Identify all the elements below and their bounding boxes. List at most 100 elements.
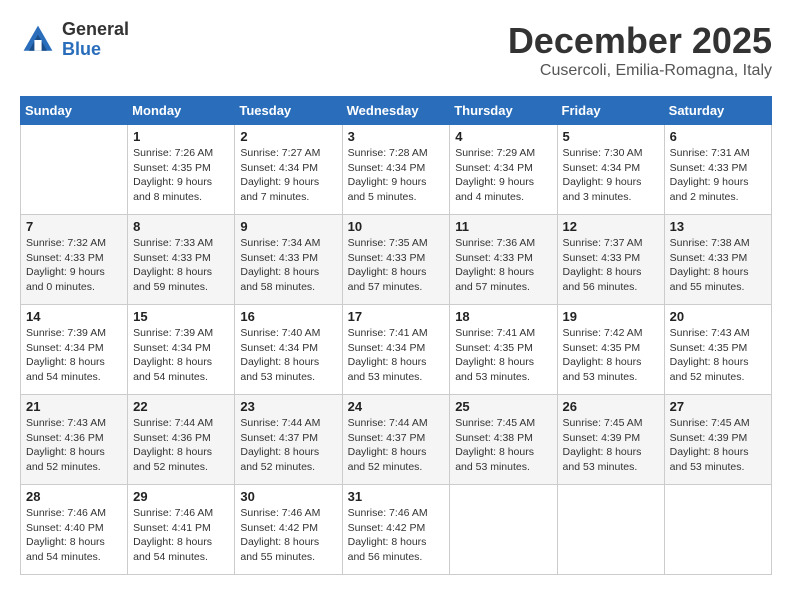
calendar-cell — [21, 125, 128, 215]
day-number: 14 — [26, 309, 122, 324]
day-info: Sunrise: 7:43 AM Sunset: 4:35 PM Dayligh… — [670, 326, 766, 385]
calendar-cell — [557, 485, 664, 575]
location-subtitle: Cusercoli, Emilia-Romagna, Italy — [508, 62, 772, 80]
day-info: Sunrise: 7:45 AM Sunset: 4:39 PM Dayligh… — [670, 416, 766, 475]
day-number: 23 — [240, 399, 336, 414]
day-info: Sunrise: 7:45 AM Sunset: 4:39 PM Dayligh… — [563, 416, 659, 475]
day-number: 24 — [348, 399, 445, 414]
calendar-cell: 7 Sunrise: 7:32 AM Sunset: 4:33 PM Daylig… — [21, 215, 128, 305]
calendar-cell: 30 Sunrise: 7:46 AM Sunset: 4:42 PM Dayli… — [235, 485, 342, 575]
day-info: Sunrise: 7:41 AM Sunset: 4:35 PM Dayligh… — [455, 326, 551, 385]
day-info: Sunrise: 7:38 AM Sunset: 4:33 PM Dayligh… — [670, 236, 766, 295]
day-info: Sunrise: 7:37 AM Sunset: 4:33 PM Dayligh… — [563, 236, 659, 295]
calendar-cell: 28 Sunrise: 7:46 AM Sunset: 4:40 PM Dayli… — [21, 485, 128, 575]
calendar-week-row: 14Sunrise: 7:39 AM Sunset: 4:34 PM Dayli… — [21, 305, 772, 395]
day-number: 19 — [563, 309, 659, 324]
calendar-cell: 27 Sunrise: 7:45 AM Sunset: 4:39 PM Dayli… — [664, 395, 771, 485]
weekday-header-monday: Monday — [128, 97, 235, 125]
calendar-cell — [664, 485, 771, 575]
day-info: Sunrise: 7:33 AM Sunset: 4:33 PM Dayligh… — [133, 236, 229, 295]
calendar-cell: 24 Sunrise: 7:44 AM Sunset: 4:37 PM Dayli… — [342, 395, 450, 485]
calendar-cell: 5 Sunrise: 7:30 AM Sunset: 4:34 PM Daylig… — [557, 125, 664, 215]
day-info: Sunrise: 7:28 AM Sunset: 4:34 PM Dayligh… — [348, 146, 445, 205]
calendar-cell: 12 Sunrise: 7:37 AM Sunset: 4:33 PM Dayli… — [557, 215, 664, 305]
day-info: Sunrise: 7:42 AM Sunset: 4:35 PM Dayligh… — [563, 326, 659, 385]
page-header: General Blue December 2025 Cusercoli, Em… — [20, 20, 772, 80]
day-info: Sunrise: 7:34 AM Sunset: 4:33 PM Dayligh… — [240, 236, 336, 295]
calendar-cell: 8 Sunrise: 7:33 AM Sunset: 4:33 PM Daylig… — [128, 215, 235, 305]
day-number: 7 — [26, 219, 122, 234]
day-number: 2 — [240, 129, 336, 144]
calendar-cell — [450, 485, 557, 575]
calendar-cell: 1Sunrise: 7:26 AM Sunset: 4:35 PM Daylig… — [128, 125, 235, 215]
day-number: 28 — [26, 489, 122, 504]
day-info: Sunrise: 7:27 AM Sunset: 4:34 PM Dayligh… — [240, 146, 336, 205]
weekday-header-sunday: Sunday — [21, 97, 128, 125]
calendar-cell: 16Sunrise: 7:40 AM Sunset: 4:34 PM Dayli… — [235, 305, 342, 395]
calendar-week-row: 7 Sunrise: 7:32 AM Sunset: 4:33 PM Daylig… — [21, 215, 772, 305]
day-number: 15 — [133, 309, 229, 324]
day-info: Sunrise: 7:44 AM Sunset: 4:36 PM Dayligh… — [133, 416, 229, 475]
day-number: 11 — [455, 219, 551, 234]
day-number: 1 — [133, 129, 229, 144]
day-number: 12 — [563, 219, 659, 234]
day-number: 29 — [133, 489, 229, 504]
day-info: Sunrise: 7:36 AM Sunset: 4:33 PM Dayligh… — [455, 236, 551, 295]
weekday-header-row: SundayMondayTuesdayWednesdayThursdayFrid… — [21, 97, 772, 125]
day-number: 31 — [348, 489, 445, 504]
day-info: Sunrise: 7:46 AM Sunset: 4:41 PM Dayligh… — [133, 506, 229, 565]
month-title: December 2025 — [508, 20, 772, 62]
day-number: 16 — [240, 309, 336, 324]
day-number: 17 — [348, 309, 445, 324]
calendar-cell: 15Sunrise: 7:39 AM Sunset: 4:34 PM Dayli… — [128, 305, 235, 395]
weekday-header-thursday: Thursday — [450, 97, 557, 125]
weekday-header-saturday: Saturday — [664, 97, 771, 125]
day-info: Sunrise: 7:44 AM Sunset: 4:37 PM Dayligh… — [348, 416, 445, 475]
calendar-cell: 29 Sunrise: 7:46 AM Sunset: 4:41 PM Dayli… — [128, 485, 235, 575]
calendar-week-row: 1Sunrise: 7:26 AM Sunset: 4:35 PM Daylig… — [21, 125, 772, 215]
calendar-cell: 10Sunrise: 7:35 AM Sunset: 4:33 PM Dayli… — [342, 215, 450, 305]
logo-text: General Blue — [62, 20, 129, 60]
title-section: December 2025 Cusercoli, Emilia-Romagna,… — [508, 20, 772, 80]
calendar-week-row: 21 Sunrise: 7:43 AM Sunset: 4:36 PM Dayli… — [21, 395, 772, 485]
weekday-header-tuesday: Tuesday — [235, 97, 342, 125]
calendar-cell: 22Sunrise: 7:44 AM Sunset: 4:36 PM Dayli… — [128, 395, 235, 485]
calendar-cell: 6Sunrise: 7:31 AM Sunset: 4:33 PM Daylig… — [664, 125, 771, 215]
calendar-cell: 14Sunrise: 7:39 AM Sunset: 4:34 PM Dayli… — [21, 305, 128, 395]
weekday-header-friday: Friday — [557, 97, 664, 125]
day-info: Sunrise: 7:35 AM Sunset: 4:33 PM Dayligh… — [348, 236, 445, 295]
day-info: Sunrise: 7:46 AM Sunset: 4:42 PM Dayligh… — [348, 506, 445, 565]
day-number: 8 — [133, 219, 229, 234]
calendar-table: SundayMondayTuesdayWednesdayThursdayFrid… — [20, 96, 772, 575]
day-number: 26 — [563, 399, 659, 414]
day-number: 6 — [670, 129, 766, 144]
calendar-cell: 18Sunrise: 7:41 AM Sunset: 4:35 PM Dayli… — [450, 305, 557, 395]
calendar-cell: 9 Sunrise: 7:34 AM Sunset: 4:33 PM Daylig… — [235, 215, 342, 305]
day-number: 25 — [455, 399, 551, 414]
day-number: 21 — [26, 399, 122, 414]
day-number: 9 — [240, 219, 336, 234]
calendar-cell: 20 Sunrise: 7:43 AM Sunset: 4:35 PM Dayli… — [664, 305, 771, 395]
day-info: Sunrise: 7:46 AM Sunset: 4:42 PM Dayligh… — [240, 506, 336, 565]
day-info: Sunrise: 7:43 AM Sunset: 4:36 PM Dayligh… — [26, 416, 122, 475]
day-number: 27 — [670, 399, 766, 414]
weekday-header-wednesday: Wednesday — [342, 97, 450, 125]
day-number: 13 — [670, 219, 766, 234]
calendar-cell: 17Sunrise: 7:41 AM Sunset: 4:34 PM Dayli… — [342, 305, 450, 395]
calendar-cell: 25 Sunrise: 7:45 AM Sunset: 4:38 PM Dayli… — [450, 395, 557, 485]
day-info: Sunrise: 7:32 AM Sunset: 4:33 PM Dayligh… — [26, 236, 122, 295]
logo-icon — [20, 22, 56, 58]
day-info: Sunrise: 7:46 AM Sunset: 4:40 PM Dayligh… — [26, 506, 122, 565]
day-number: 20 — [670, 309, 766, 324]
calendar-cell: 31 Sunrise: 7:46 AM Sunset: 4:42 PM Dayli… — [342, 485, 450, 575]
logo-blue: Blue — [62, 40, 129, 60]
day-info: Sunrise: 7:30 AM Sunset: 4:34 PM Dayligh… — [563, 146, 659, 205]
day-number: 30 — [240, 489, 336, 504]
calendar-cell: 19 Sunrise: 7:42 AM Sunset: 4:35 PM Dayli… — [557, 305, 664, 395]
calendar-cell: 23Sunrise: 7:44 AM Sunset: 4:37 PM Dayli… — [235, 395, 342, 485]
day-number: 5 — [563, 129, 659, 144]
day-info: Sunrise: 7:29 AM Sunset: 4:34 PM Dayligh… — [455, 146, 551, 205]
logo: General Blue — [20, 20, 129, 60]
day-info: Sunrise: 7:45 AM Sunset: 4:38 PM Dayligh… — [455, 416, 551, 475]
calendar-cell: 11 Sunrise: 7:36 AM Sunset: 4:33 PM Dayli… — [450, 215, 557, 305]
